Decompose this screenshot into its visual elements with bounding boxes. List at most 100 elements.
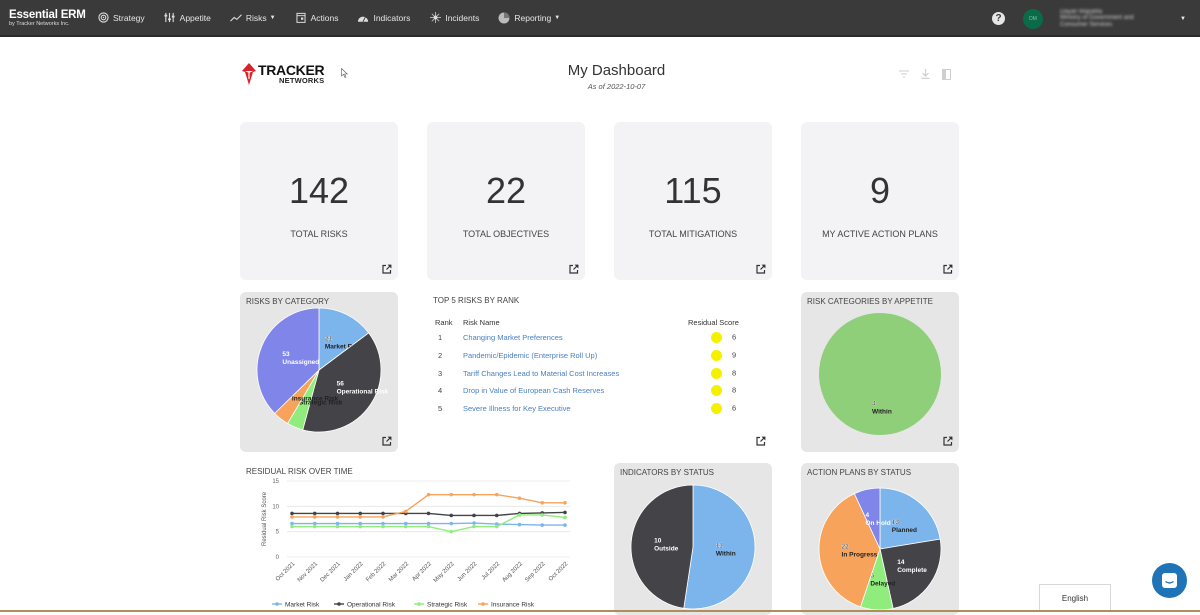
page-title: My Dashboard	[567, 62, 666, 79]
risk-link[interactable]: Drop in Value of European Cash Reserves	[463, 386, 604, 395]
chat-launcher-button[interactable]	[1152, 563, 1187, 598]
data-point-insurance-risk[interactable]	[426, 492, 431, 497]
stat-card-active-action-plans[interactable]: 9 MY ACTIVE ACTION PLANS	[801, 122, 959, 280]
x-tick-label: Nov 2021	[297, 561, 320, 584]
action-plans-by-status-panel: ACTION PLANS BY STATUS 13 Planned 14 Comple…	[801, 463, 959, 615]
nav-appetite[interactable]: Appetite	[164, 12, 211, 24]
nav-indicators[interactable]: Indicators	[357, 12, 410, 24]
risks-by-category-pie[interactable]: 21Market Risk56Operational Risk6Strategi…	[240, 292, 398, 452]
stat-card-total-mitigations[interactable]: 115 TOTAL MITIGATIONS	[614, 122, 772, 280]
trend-icon	[229, 12, 242, 24]
nav-reporting[interactable]: Reporting ▼	[498, 12, 560, 24]
avatar[interactable]: DM	[1023, 8, 1044, 29]
user-menu[interactable]: Dayan Mapafita Ministry of Government an…	[1060, 9, 1170, 29]
data-point-operational-risk[interactable]	[290, 511, 294, 516]
nav-strategy[interactable]: Strategy	[97, 12, 145, 24]
data-point-operational-risk[interactable]	[335, 511, 340, 516]
stat-card-total-risks[interactable]: 142 TOTAL RISKS	[240, 122, 398, 280]
data-point-operational-risk[interactable]	[563, 510, 567, 515]
language-selector[interactable]: English	[1039, 584, 1111, 612]
external-link-icon[interactable]	[756, 436, 766, 446]
help-icon[interactable]: ?	[992, 12, 1006, 25]
data-point-insurance-risk[interactable]	[403, 509, 408, 514]
data-point-insurance-risk[interactable]	[472, 492, 476, 497]
nav-risks[interactable]: Risks ▼	[229, 12, 276, 24]
data-point-operational-risk[interactable]	[312, 511, 317, 516]
risk-link[interactable]: Changing Market Preferences	[463, 333, 563, 342]
legend-label: Market Risk	[285, 602, 320, 609]
risk-name-header: Risk Name	[463, 318, 500, 327]
data-point-strategic-risk[interactable]	[449, 529, 454, 534]
brand[interactable]: Essential ERM by Tracker Networks Inc.	[9, 9, 89, 27]
data-point-strategic-risk[interactable]	[381, 524, 385, 529]
table-row: 3 Tariff Changes Lead to Material Cost I…	[433, 364, 753, 382]
indicators-by-status-pie[interactable]: 11Within 10Outside	[614, 463, 772, 615]
data-point-operational-risk[interactable]	[381, 511, 385, 516]
data-point-strategic-risk[interactable]	[312, 524, 317, 529]
panel-icon[interactable]	[940, 68, 952, 80]
risk-appetite-pie[interactable]: 4Within	[801, 292, 959, 452]
residual-risk-over-time-panel: RESIDUAL RISK OVER TIME 0 5 10 15 Residual R…	[240, 462, 580, 612]
action-plans-by-status-pie[interactable]: 13Planned14Complete5Delayed22In Progress…	[801, 463, 959, 615]
external-link-icon[interactable]	[943, 436, 953, 446]
data-point-insurance-risk[interactable]	[381, 515, 385, 519]
legend-item-strategic-risk[interactable]: Strategic Risk	[414, 602, 468, 609]
stat-card-total-objectives[interactable]: 22 TOTAL OBJECTIVES	[427, 122, 585, 280]
data-point-strategic-risk[interactable]	[472, 524, 476, 529]
pie-slice-planned[interactable]	[879, 487, 941, 550]
nav-actions[interactable]: Actions	[295, 12, 338, 24]
nav-label: Appetite	[179, 12, 211, 23]
data-point-strategic-risk[interactable]	[563, 515, 567, 520]
data-point-market-risk[interactable]	[517, 522, 522, 527]
data-point-market-risk[interactable]	[563, 523, 567, 527]
download-icon[interactable]	[919, 68, 931, 80]
data-point-insurance-risk[interactable]	[290, 515, 294, 519]
external-link-icon[interactable]	[382, 264, 392, 274]
data-point-strategic-risk[interactable]	[403, 524, 408, 529]
pie-slice-within[interactable]	[819, 313, 941, 435]
external-link-icon[interactable]	[943, 264, 953, 274]
data-point-operational-risk[interactable]	[494, 513, 499, 518]
risk-link[interactable]: Severe Illness for Key Executive	[463, 404, 571, 413]
data-point-market-risk[interactable]	[540, 523, 545, 527]
external-link-icon[interactable]	[382, 436, 392, 446]
data-point-insurance-risk[interactable]	[449, 492, 454, 497]
legend-item-operational-risk[interactable]: Operational Risk	[334, 602, 396, 609]
score-indicator-dot	[711, 367, 722, 379]
data-point-insurance-risk[interactable]	[517, 496, 522, 501]
legend-item-insurance-risk[interactable]: Insurance Risk	[478, 602, 535, 609]
data-point-strategic-risk[interactable]	[426, 524, 431, 529]
chat-icon	[1162, 573, 1177, 588]
data-point-insurance-risk[interactable]	[335, 515, 340, 519]
data-point-insurance-risk[interactable]	[494, 492, 499, 497]
data-point-strategic-risk[interactable]	[494, 524, 499, 529]
data-point-strategic-risk[interactable]	[358, 524, 363, 529]
data-point-insurance-risk[interactable]	[540, 500, 545, 505]
data-point-insurance-risk[interactable]	[312, 515, 317, 519]
data-point-strategic-risk[interactable]	[540, 513, 545, 517]
data-point-operational-risk[interactable]	[472, 513, 476, 518]
external-link-icon[interactable]	[569, 264, 579, 274]
legend-item-market-risk[interactable]: Market Risk	[272, 602, 320, 609]
x-tick-label: Sep 2022	[524, 561, 547, 584]
risk-link[interactable]: Pandemic/Epidemic (Enterprise Roll Up)	[463, 351, 597, 360]
data-point-strategic-risk[interactable]	[290, 524, 294, 529]
data-point-market-risk[interactable]	[472, 521, 476, 525]
data-point-insurance-risk[interactable]	[563, 500, 567, 505]
caret-down-icon[interactable]: ▼	[1180, 16, 1186, 22]
data-point-operational-risk[interactable]	[358, 511, 363, 516]
score-indicator-dot	[711, 385, 722, 397]
residual-risk-line-chart[interactable]: 0 5 10 15 Residual Risk Score Oct 2021 Nov 202…	[240, 462, 580, 612]
nav-incidents[interactable]: Incidents	[429, 12, 479, 24]
y-tick-label: 5	[276, 530, 280, 536]
data-point-insurance-risk[interactable]	[358, 515, 363, 519]
data-point-operational-risk[interactable]	[426, 511, 431, 516]
data-point-strategic-risk[interactable]	[335, 524, 340, 529]
filter-icon[interactable]	[898, 68, 910, 80]
main-nav: Strategy Appetite Risks ▼ Actions Indica…	[97, 12, 579, 24]
data-point-operational-risk[interactable]	[449, 513, 454, 518]
external-link-icon[interactable]	[756, 264, 766, 274]
data-point-market-risk[interactable]	[449, 521, 454, 526]
risk-link[interactable]: Tariff Changes Lead to Material Cost Inc…	[463, 369, 619, 378]
data-point-strategic-risk[interactable]	[517, 513, 522, 517]
